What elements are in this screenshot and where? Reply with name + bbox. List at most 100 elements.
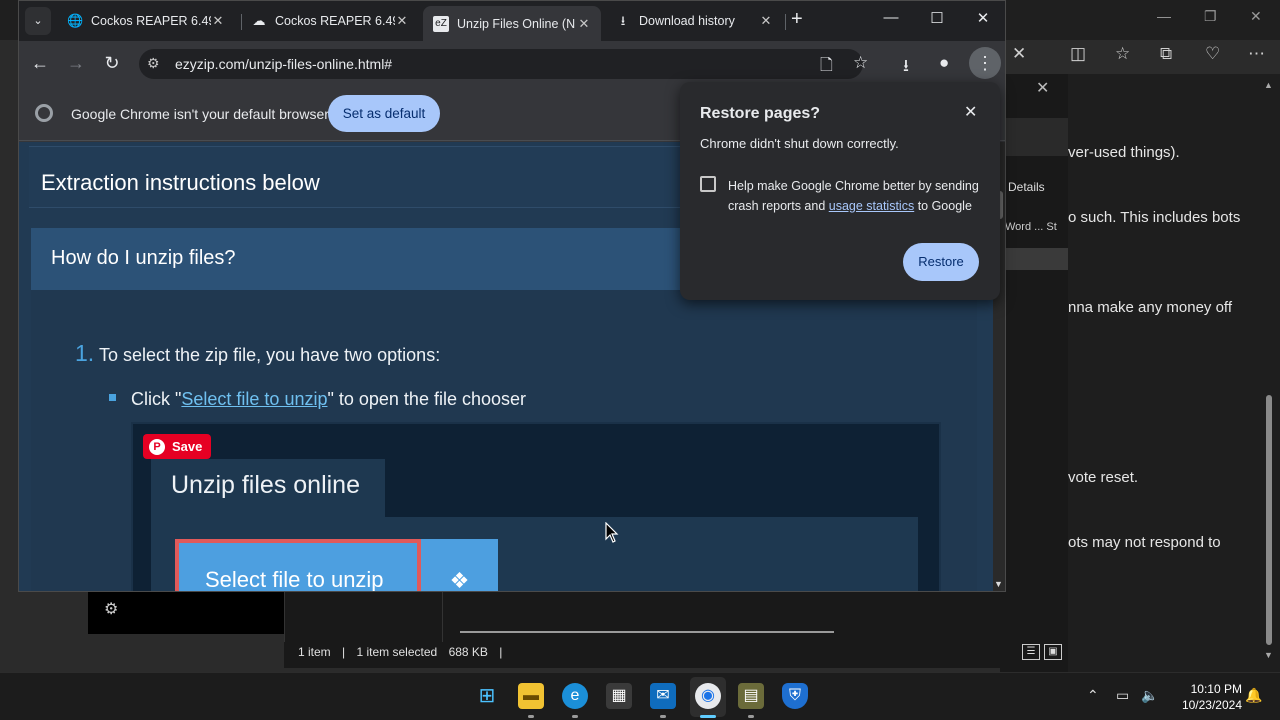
- minimize-icon[interactable]: —: [881, 9, 901, 26]
- file-explorer-window: [1000, 74, 1068, 672]
- new-tab-button[interactable]: +: [791, 8, 803, 31]
- tab-title: Cockos REAPER 6.49: [91, 14, 211, 28]
- reload-icon[interactable]: ↻: [101, 53, 123, 74]
- file-explorer-icon[interactable]: ▬: [518, 683, 544, 709]
- tab-reaper-1[interactable]: 🌐 Cockos REAPER 6.49 ✕: [57, 6, 235, 36]
- pinterest-icon: P: [149, 438, 165, 455]
- background-scrollbar-thumb[interactable]: [1266, 395, 1272, 645]
- maximize-icon[interactable]: ☐: [927, 9, 947, 27]
- chrome-toolbar: ← → ↻ ⚙ ezyzip.com/unzip-files-online.ht…: [19, 41, 1005, 87]
- tab-title: Download history: [639, 14, 735, 28]
- bookmark-star-icon[interactable]: ☆: [853, 53, 868, 73]
- usage-statistics-link[interactable]: usage statistics: [829, 199, 914, 213]
- mouse-cursor-icon: [605, 522, 619, 543]
- forward-icon[interactable]: →: [65, 53, 87, 74]
- split-screen-icon[interactable]: ◫: [1070, 44, 1086, 64]
- scroll-up-icon[interactable]: ▲: [1264, 80, 1273, 90]
- collections-icon[interactable]: ⧉: [1160, 44, 1172, 64]
- clock[interactable]: 10:10 PM 10/23/2024: [1170, 681, 1242, 713]
- address-bar[interactable]: ⚙ ezyzip.com/unzip-files-online.html# 🗋 …: [139, 49, 868, 81]
- selected-count: 1 item selected: [356, 645, 438, 659]
- page-icon[interactable]: 🗋: [820, 54, 833, 81]
- set-as-default-button[interactable]: Set as default: [328, 95, 440, 132]
- chrome-icon[interactable]: ◉: [695, 683, 721, 709]
- tiles-view-icon[interactable]: ▣: [1044, 644, 1062, 660]
- close-icon[interactable]: ✕: [211, 13, 225, 29]
- profile-icon[interactable]: ●: [939, 53, 949, 73]
- close-icon[interactable]: ✕: [1012, 44, 1026, 64]
- screenshot-tab: Unzip files online: [151, 459, 385, 517]
- network-icon[interactable]: ▭: [1116, 687, 1129, 704]
- explorer-toolbar: [1000, 118, 1068, 156]
- archive-app-icon[interactable]: ▤: [738, 683, 764, 709]
- pin-save-label: Save: [172, 439, 203, 454]
- restore-button[interactable]: Restore: [903, 243, 979, 281]
- scroll-down-icon[interactable]: ▼: [994, 579, 1003, 589]
- edge-icon[interactable]: e: [562, 683, 588, 709]
- details-button[interactable]: Details: [1008, 180, 1045, 194]
- faq-title: How do I unzip files?: [51, 247, 236, 269]
- download-icon: ⭳: [620, 13, 626, 28]
- selected-file-row[interactable]: [1000, 248, 1068, 270]
- scroll-down-icon[interactable]: ▼: [1264, 650, 1273, 660]
- close-icon[interactable]: ✕: [395, 13, 409, 29]
- instruction-screenshot: P Save Unzip files online Select file to…: [131, 422, 941, 592]
- microsoft-store-icon[interactable]: ▦: [606, 683, 632, 709]
- chrome-menu-icon[interactable]: ⋮: [969, 47, 1001, 79]
- screenshot-button-label: Select file to unzip: [205, 567, 384, 592]
- tab-favicon: 🌐: [67, 13, 84, 28]
- crash-report-checkbox[interactable]: [700, 176, 716, 192]
- chrome-logo-icon: [35, 104, 53, 122]
- tab-download-history[interactable]: ⭳ Download history ✕: [605, 6, 783, 36]
- select-file-link[interactable]: Select file to unzip: [181, 389, 327, 409]
- article-line: o such. This includes bots: [1068, 209, 1241, 226]
- dialog-title: Restore pages?: [700, 105, 821, 122]
- tab-title: Unzip Files Online (N: [457, 16, 576, 31]
- divider: [442, 592, 443, 642]
- screenshot-select-file-button: Select file to unzip: [175, 539, 421, 592]
- dropbox-icon: ❖: [421, 539, 498, 591]
- pinterest-save-button[interactable]: P Save: [143, 434, 211, 459]
- tab-favicon: ☁: [252, 13, 266, 28]
- notification-bell-icon[interactable]: 🔔: [1245, 687, 1262, 704]
- chevron-up-icon[interactable]: ⌃: [1087, 687, 1099, 704]
- windows-start-icon[interactable]: ⊞: [474, 683, 500, 709]
- article-line: vote reset.: [1068, 469, 1139, 486]
- close-icon[interactable]: ✕: [1036, 78, 1049, 98]
- tab-unzip-files-online[interactable]: eZ Unzip Files Online (N ✕: [423, 6, 601, 41]
- back-icon[interactable]: ←: [29, 53, 51, 74]
- browser-essentials-icon[interactable]: ♡: [1205, 44, 1220, 64]
- checkbox-label: Help make Google Chrome better by sendin…: [728, 179, 979, 213]
- restore-window-icon[interactable]: ❐: [1204, 8, 1217, 25]
- close-icon[interactable]: ✕: [964, 102, 977, 122]
- divider: [284, 592, 285, 642]
- tab-search-button[interactable]: ⌄: [25, 7, 51, 35]
- site-info-icon[interactable]: ⚙: [147, 55, 160, 72]
- details-view-icon[interactable]: ☰: [1022, 644, 1040, 660]
- more-icon[interactable]: ⋯: [1248, 44, 1265, 64]
- minimize-icon[interactable]: —: [1157, 8, 1171, 24]
- clock-date: 10/23/2024: [1181, 698, 1242, 712]
- windows-security-icon[interactable]: ⛨: [782, 683, 808, 709]
- close-icon[interactable]: ✕: [1250, 8, 1262, 25]
- close-icon[interactable]: ✕: [973, 9, 993, 27]
- bullet-text: Click "Select file to unzip" to open the…: [131, 389, 527, 409]
- outlook-icon[interactable]: ✉: [650, 683, 676, 709]
- download-icon[interactable]: ⭳: [903, 53, 909, 82]
- gear-icon[interactable]: ⚙: [104, 599, 118, 619]
- url-text[interactable]: ezyzip.com/unzip-files-online.html#: [175, 56, 392, 72]
- tab-reaper-2[interactable]: ☁ Cockos REAPER 6.49 ✕: [241, 6, 419, 36]
- favorites-icon[interactable]: ☆: [1115, 44, 1130, 64]
- faq-body: 1. To select the zip file, you have two …: [31, 290, 977, 592]
- infobar-text: Google Chrome isn't your default browser: [71, 106, 329, 122]
- horizontal-scrollbar[interactable]: [460, 631, 834, 633]
- dialog-message: Chrome didn't shut down correctly.: [700, 136, 899, 151]
- close-icon[interactable]: ✕: [759, 13, 773, 29]
- background-browser-toolbar: [1000, 40, 1280, 74]
- restore-pages-dialog: Restore pages? ✕ Chrome didn't shut down…: [680, 82, 1000, 300]
- close-icon[interactable]: ✕: [577, 16, 591, 32]
- volume-icon[interactable]: 🔈: [1141, 687, 1158, 704]
- explorer-column-headers[interactable]: Word ... St: [1005, 221, 1057, 233]
- bullet-marker: [109, 394, 116, 401]
- tab-title: Cockos REAPER 6.49: [275, 14, 395, 28]
